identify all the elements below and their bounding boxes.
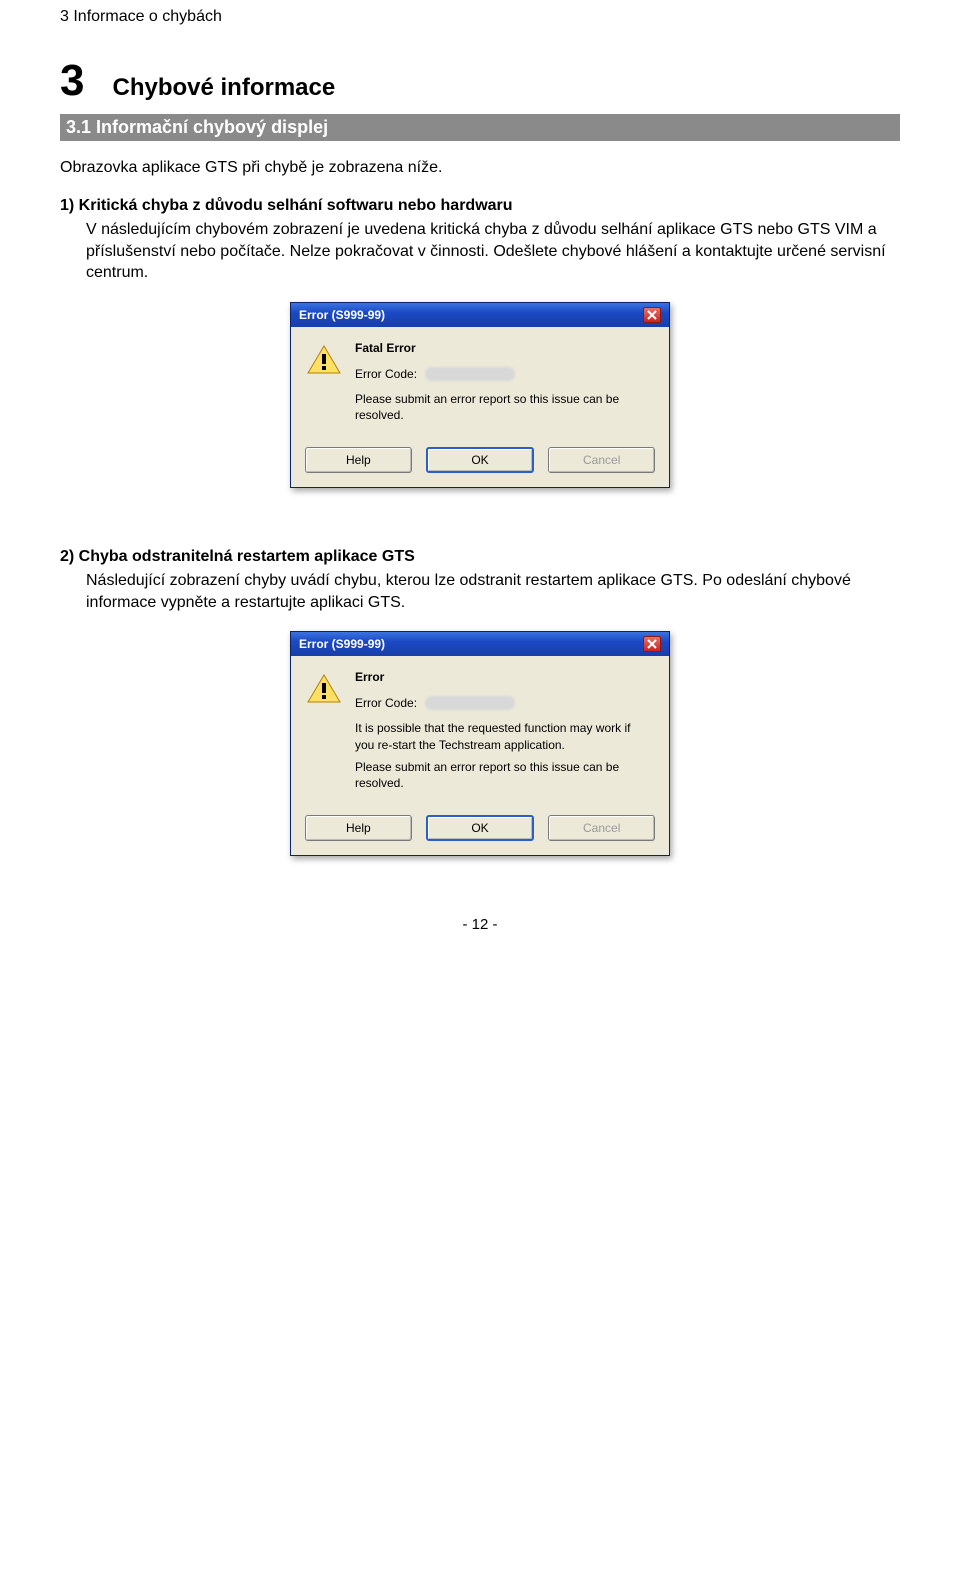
dialog-heading: Fatal Error [355,341,653,355]
dialog-title: Error (S999-99) [299,308,385,322]
item-1-heading: 1) Kritická chyba z důvodu selhání softw… [60,197,900,215]
item-2-heading: 2) Chyba odstranitelná restartem aplikac… [60,548,900,566]
help-button[interactable]: Help [305,447,412,473]
close-button[interactable] [643,307,661,323]
running-header: 3 Informace o chybách [60,0,900,26]
chapter-title: Chybové informace [112,74,335,102]
dialog-message: Please submit an error report so this is… [355,391,653,423]
item-2-body: Následující zobrazení chyby uvádí chybu,… [86,570,900,613]
ok-button[interactable]: OK [426,447,535,473]
warning-icon [307,674,341,704]
intro-text: Obrazovka aplikace GTS při chybě je zobr… [60,159,900,177]
help-button[interactable]: Help [305,815,412,841]
chapter-number: 3 [60,56,84,106]
dialog-title: Error (S999-99) [299,637,385,651]
error-code-label: Error Code: [355,696,417,710]
error-code-value-redacted [425,696,515,710]
section-heading-bar: 3.1 Informační chybový displej [60,114,900,141]
dialog-message-2: Please submit an error report so this is… [355,759,653,791]
close-button[interactable] [643,636,661,652]
cancel-button: Cancel [548,447,655,473]
page-number: - 12 - [60,916,900,933]
dialog-titlebar: Error (S999-99) [291,303,669,327]
close-icon [647,639,657,649]
cancel-button: Cancel [548,815,655,841]
dialog-message-1: It is possible that the requested functi… [355,720,653,752]
error-dialog-1: Error (S999-99) Fatal Error [290,302,670,488]
dialog-titlebar: Error (S999-99) [291,632,669,656]
item-1-body: V následujícím chybovém zobrazení je uve… [86,219,900,284]
dialog-heading: Error [355,670,653,684]
error-dialog-2: Error (S999-99) Error [290,631,670,856]
ok-button[interactable]: OK [426,815,535,841]
warning-icon [307,345,341,375]
close-icon [647,310,657,320]
error-code-label: Error Code: [355,367,417,381]
error-code-value-redacted [425,367,515,381]
chapter-heading: 3 Chybové informace [60,56,900,106]
